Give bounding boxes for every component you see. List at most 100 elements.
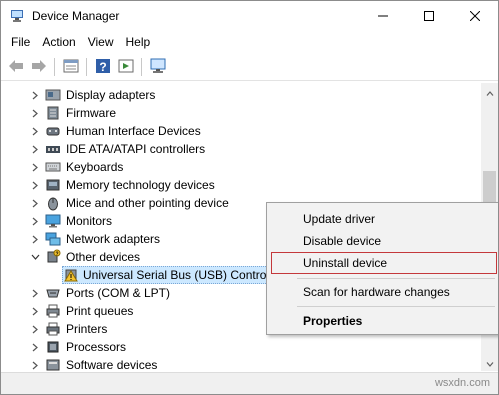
show-hidden-button[interactable] bbox=[114, 56, 137, 78]
tree-item[interactable]: IDE ATA/ATAPI controllers bbox=[1, 140, 481, 158]
chevron-right-icon[interactable] bbox=[30, 176, 40, 194]
tree-item[interactable]: Display adapters bbox=[1, 86, 481, 104]
menu-separator bbox=[297, 306, 495, 307]
chevron-right-icon[interactable] bbox=[30, 140, 40, 158]
watermark-text: wsxdn.com bbox=[434, 377, 490, 389]
scrollbar-thumb[interactable] bbox=[483, 171, 496, 205]
properties-button[interactable] bbox=[59, 56, 82, 78]
firmware-icon bbox=[45, 105, 61, 121]
menu-item-properties[interactable]: Properties bbox=[303, 314, 362, 328]
chevron-right-icon[interactable] bbox=[30, 194, 40, 212]
tree-item-label: IDE ATA/ATAPI controllers bbox=[66, 142, 206, 156]
tree-item-label: Other devices bbox=[66, 250, 141, 264]
menu-action[interactable]: Action bbox=[36, 32, 81, 53]
scan-button[interactable] bbox=[146, 56, 169, 78]
menu-help[interactable]: Help bbox=[120, 32, 157, 53]
tree-item-label: Printers bbox=[66, 322, 108, 336]
tree-item-label: Memory technology devices bbox=[66, 178, 215, 192]
display-adapter-icon bbox=[45, 87, 61, 103]
chevron-right-icon[interactable] bbox=[30, 122, 40, 140]
monitor-icon bbox=[45, 213, 61, 229]
tree-item-label: Monitors bbox=[66, 214, 113, 228]
menu-file[interactable]: File bbox=[5, 32, 36, 53]
chevron-right-icon[interactable] bbox=[30, 230, 40, 248]
back-button[interactable] bbox=[4, 56, 27, 78]
forward-arrow-icon bbox=[31, 59, 47, 76]
show-hidden-icon bbox=[118, 59, 134, 76]
tree-item-label: Network adapters bbox=[66, 232, 161, 246]
help-icon: ? bbox=[95, 58, 111, 77]
scroll-up-button[interactable] bbox=[481, 83, 498, 100]
svg-text:?: ? bbox=[99, 60, 106, 74]
svg-text:?: ? bbox=[55, 251, 58, 257]
minimize-button[interactable] bbox=[360, 1, 406, 32]
menu-item-update-driver[interactable]: Update driver bbox=[303, 212, 375, 226]
chevron-right-icon[interactable] bbox=[30, 158, 40, 176]
forward-button[interactable] bbox=[27, 56, 50, 78]
print-queue-icon bbox=[45, 303, 61, 319]
menu-view[interactable]: View bbox=[82, 32, 120, 53]
chevron-right-icon[interactable] bbox=[30, 284, 40, 302]
printer-icon bbox=[45, 321, 61, 337]
close-icon bbox=[469, 10, 481, 24]
device-manager-window: Device Manager File Action View Help ? D… bbox=[0, 0, 499, 395]
help-button[interactable]: ? bbox=[91, 56, 114, 78]
properties-icon bbox=[63, 59, 79, 76]
other-devices-icon: ? bbox=[45, 249, 61, 265]
menu-item-uninstall-device[interactable]: Uninstall device bbox=[303, 256, 387, 270]
tree-item-label: Keyboards bbox=[66, 160, 124, 174]
ide-controller-icon bbox=[45, 141, 61, 157]
monitor-icon bbox=[149, 58, 167, 77]
warning-device-icon bbox=[63, 267, 79, 283]
ports-icon bbox=[45, 285, 61, 301]
tree-item[interactable]: Memory technology devices bbox=[1, 176, 481, 194]
scroll-down-button[interactable] bbox=[481, 354, 498, 371]
tree-item-label: Firmware bbox=[66, 106, 116, 120]
context-menu: Update driver Disable device Uninstall d… bbox=[266, 202, 498, 335]
chevron-right-icon[interactable] bbox=[30, 302, 40, 320]
mouse-icon bbox=[45, 195, 61, 211]
tree-item-label: Software devices bbox=[66, 358, 158, 371]
toolbar-separator bbox=[141, 58, 142, 76]
toolbar-separator bbox=[86, 58, 87, 76]
tree-item-label: Processors bbox=[66, 340, 127, 354]
window-title: Device Manager bbox=[32, 9, 120, 23]
tree-item[interactable]: Keyboards bbox=[1, 158, 481, 176]
menu-item-disable-device[interactable]: Disable device bbox=[303, 234, 381, 248]
tree-item-label: Mice and other pointing device bbox=[66, 196, 229, 210]
status-bar: wsxdn.com bbox=[1, 372, 498, 394]
title-bar[interactable]: Device Manager bbox=[1, 1, 498, 32]
tree-item-label: Ports (COM & LPT) bbox=[66, 286, 171, 300]
tree-item[interactable]: Processors bbox=[1, 338, 481, 356]
software-device-icon bbox=[45, 357, 61, 371]
tree-item[interactable]: Firmware bbox=[1, 104, 481, 122]
chevron-down-icon[interactable] bbox=[30, 248, 40, 266]
back-arrow-icon bbox=[8, 59, 24, 76]
menu-bar: File Action View Help bbox=[1, 32, 498, 53]
maximize-icon bbox=[424, 10, 434, 24]
tree-item-label: Universal Serial Bus (USB) Controlle bbox=[83, 268, 279, 282]
chevron-right-icon[interactable] bbox=[30, 338, 40, 356]
hid-icon bbox=[45, 123, 61, 139]
toolbar: ? bbox=[1, 54, 498, 81]
keyboard-icon bbox=[45, 159, 61, 175]
network-adapter-icon bbox=[45, 231, 61, 247]
chevron-up-icon bbox=[486, 85, 494, 99]
chevron-down-icon bbox=[486, 356, 494, 370]
toolbar-separator bbox=[54, 58, 55, 76]
chevron-right-icon[interactable] bbox=[30, 86, 40, 104]
tree-item[interactable]: Software devices bbox=[1, 356, 481, 371]
device-manager-icon bbox=[10, 9, 24, 23]
tree-item-label: Print queues bbox=[66, 304, 134, 318]
chevron-right-icon[interactable] bbox=[30, 320, 40, 338]
chevron-right-icon[interactable] bbox=[30, 356, 40, 371]
chevron-right-icon[interactable] bbox=[30, 104, 40, 122]
tree-item-label: Display adapters bbox=[66, 88, 156, 102]
tree-item[interactable]: Human Interface Devices bbox=[1, 122, 481, 140]
menu-item-scan-hardware[interactable]: Scan for hardware changes bbox=[303, 285, 450, 299]
tree-item-label: Human Interface Devices bbox=[66, 124, 201, 138]
maximize-button[interactable] bbox=[406, 1, 452, 32]
chevron-right-icon[interactable] bbox=[30, 212, 40, 230]
minimize-icon bbox=[378, 10, 388, 24]
close-button[interactable] bbox=[452, 1, 498, 32]
